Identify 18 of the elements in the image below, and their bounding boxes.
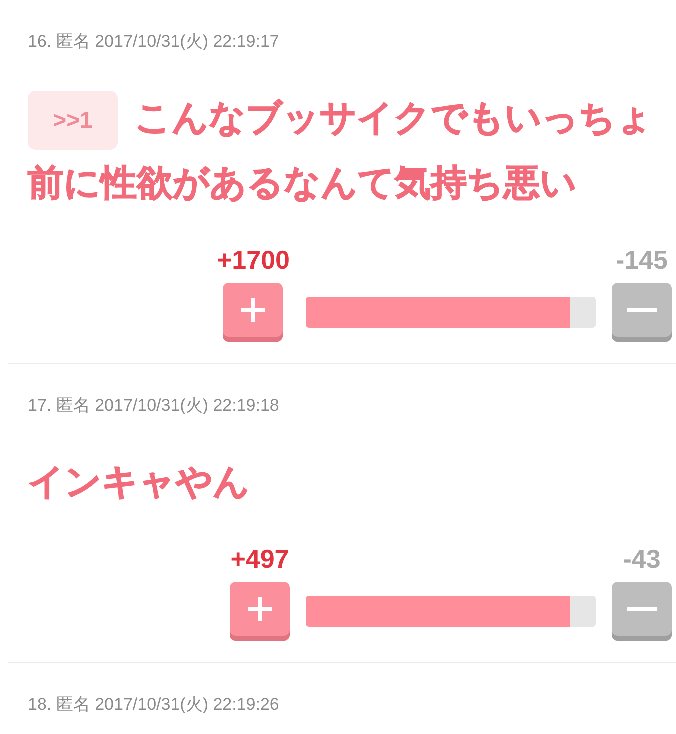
plus-count: +1700 (216, 245, 290, 275)
minus-count: -43 (623, 544, 661, 574)
comment-text: インキャやん (28, 460, 251, 504)
minus-count: -145 (616, 245, 668, 275)
comment-meta: 16. 匿名 2017/10/31(火) 22:19:17 (28, 31, 280, 53)
minus-icon (627, 308, 657, 312)
comment-meta: 18. 匿名 2017/10/31(火) 22:19:26 (28, 694, 280, 716)
plus-button[interactable] (230, 582, 290, 641)
minus-button[interactable] (612, 283, 672, 342)
comment-meta: 17. 匿名 2017/10/31(火) 22:19:18 (28, 395, 280, 417)
plus-icon (247, 596, 273, 622)
plus-icon (240, 297, 266, 323)
comment-text: >>1 こんなブッサイクでもいっちょ前に性欲があるなんて気持ち悪い (28, 85, 672, 215)
reply-link[interactable]: >>1 (28, 90, 118, 150)
minus-icon (627, 607, 657, 611)
minus-button[interactable] (612, 582, 672, 641)
plus-button[interactable] (223, 283, 284, 342)
plus-count: +497 (230, 544, 290, 574)
